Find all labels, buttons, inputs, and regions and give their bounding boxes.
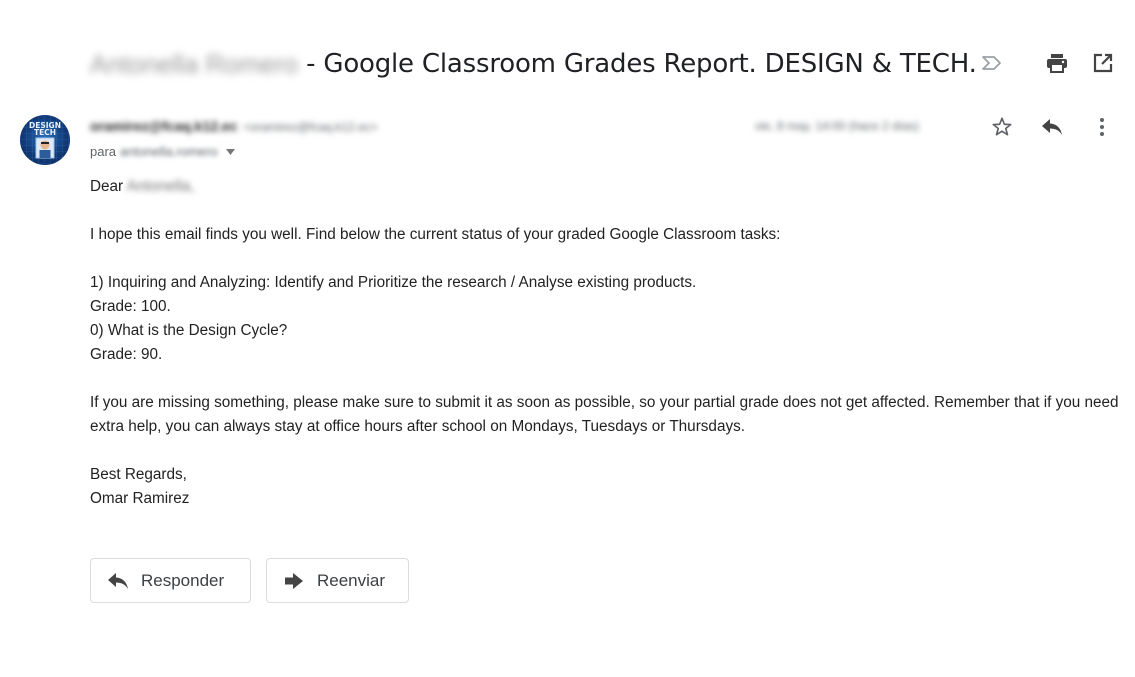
reply-button[interactable]: Responder xyxy=(90,558,251,603)
signature-line: Omar Ramirez xyxy=(90,490,190,507)
greeting-line: Dear Antonella, xyxy=(90,175,1120,199)
label-importance-icon[interactable] xyxy=(980,51,1004,75)
closing-line: Best Regards, xyxy=(90,466,187,483)
sender-line: oramirez@fcaq.k12.ec <oramirez@fcaq.k12.… xyxy=(90,118,378,134)
to-name: antonella.romero xyxy=(120,144,218,159)
recipient-line: para antonella.romero xyxy=(90,144,235,159)
grade-1: Grade: 100. xyxy=(90,298,171,315)
avatar-text-line2: TECH xyxy=(34,128,56,137)
grade-2: Grade: 90. xyxy=(90,346,163,363)
intro-paragraph: I hope this email finds you well. Find b… xyxy=(90,226,781,243)
reply-button-label: Responder xyxy=(141,570,225,590)
task-1: 1) Inquiring and Analyzing: Identify and… xyxy=(90,274,697,291)
subject-title: - Google Classroom Grades Report. DESIGN… xyxy=(306,49,977,79)
print-icon[interactable] xyxy=(1045,51,1069,75)
email-subject: Antonella Romero - Google Classroom Grad… xyxy=(90,44,977,84)
greeting-name: Antonella xyxy=(126,178,191,195)
forward-button-label: Reenviar xyxy=(317,570,386,590)
greeting-word: Dear xyxy=(90,178,124,195)
sender-name[interactable]: oramirez@fcaq.k12.ec xyxy=(90,118,238,134)
open-in-new-icon[interactable] xyxy=(1091,51,1115,75)
to-prefix: para xyxy=(90,144,117,159)
subject-recipient-name: Antonella Romero xyxy=(90,48,299,79)
forward-icon xyxy=(283,570,305,592)
reply-icon xyxy=(107,570,129,592)
email-body: Dear Antonella, I hope this email finds … xyxy=(90,175,1120,511)
greeting-suffix: , xyxy=(190,178,195,195)
caret-down-icon[interactable] xyxy=(225,147,235,157)
forward-button[interactable]: Reenviar xyxy=(266,558,409,603)
star-icon[interactable] xyxy=(990,115,1014,139)
task-2: 0) What is the Design Cycle? xyxy=(90,322,288,339)
avatar: DESIGN TECH xyxy=(20,115,70,165)
sender-email: <oramirez@fcaq.k12.ec> xyxy=(243,120,378,134)
note-paragraph: If you are missing something, please mak… xyxy=(90,394,1119,435)
more-vert-icon[interactable] xyxy=(1090,115,1114,139)
reply-icon[interactable] xyxy=(1040,115,1064,139)
email-date: vie, 8 may. 14:00 (hace 2 días) xyxy=(755,119,919,133)
